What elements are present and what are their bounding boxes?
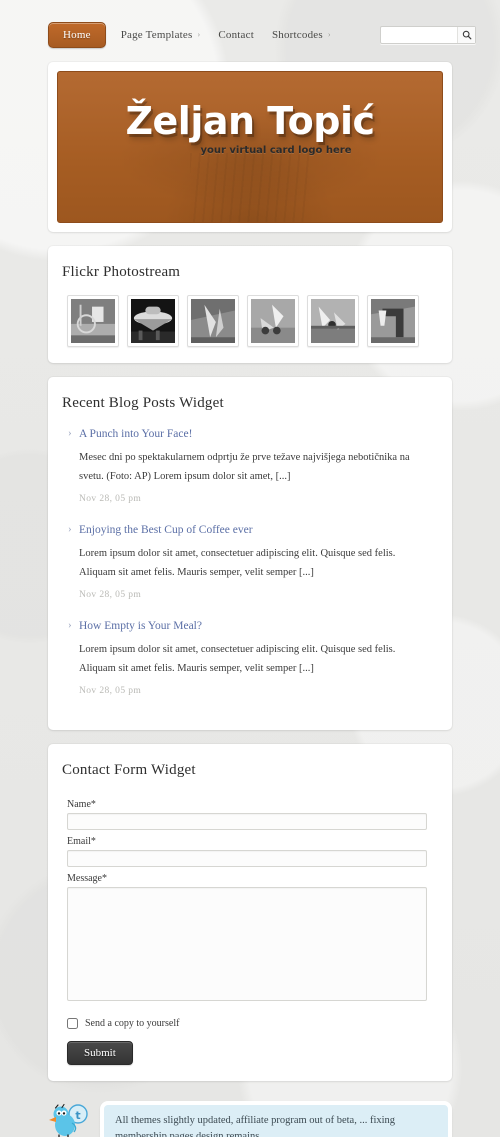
blog-post-item: A Punch into Your Face! Mesec dni po spe… bbox=[67, 425, 438, 522]
chevron-right-icon: › bbox=[197, 30, 201, 39]
send-copy-row: Send a copy to yourself bbox=[67, 1018, 438, 1029]
message-field[interactable] bbox=[67, 887, 427, 1001]
twitter-bird-icon: t bbox=[49, 1103, 88, 1137]
twitter-strip: t All themes slightly updated, affiliate… bbox=[48, 1095, 452, 1137]
contact-widget-card: Contact Form Widget Name* Email* Message… bbox=[48, 744, 452, 1081]
blog-post-link[interactable]: How Empty is Your Meal? bbox=[67, 617, 438, 635]
flickr-widget-title: Flickr Photostream bbox=[62, 264, 181, 280]
message-field-label: Message* bbox=[67, 873, 107, 884]
flickr-thumbnail[interactable] bbox=[367, 295, 419, 347]
flickr-thumbnail[interactable] bbox=[187, 295, 239, 347]
blog-post-item: How Empty is Your Meal? Lorem ipsum dolo… bbox=[67, 617, 438, 714]
contact-form-widget: Contact Form Widget Name* Email* Message… bbox=[48, 744, 452, 1081]
nav-item-label: Contact bbox=[218, 29, 254, 41]
flickr-thumbnail-list bbox=[62, 295, 438, 347]
nav-item-label: Shortcodes bbox=[271, 29, 323, 41]
send-copy-checkbox[interactable] bbox=[67, 1018, 78, 1029]
name-field[interactable] bbox=[67, 813, 427, 830]
search-input[interactable] bbox=[381, 27, 457, 43]
photo-balance-icon bbox=[311, 299, 355, 343]
nav-item-shortcodes[interactable]: Shortcodes › bbox=[263, 23, 340, 47]
search-box[interactable] bbox=[380, 26, 476, 44]
banner-card: Željan Topić your virtual card logo here bbox=[48, 62, 452, 232]
email-field-label: Email* bbox=[67, 836, 96, 847]
nav-item-home[interactable]: Home bbox=[48, 22, 106, 48]
flickr-thumbnail[interactable] bbox=[247, 295, 299, 347]
blog-post-excerpt: Mesec dni po spektakularnem odprtju že p… bbox=[79, 452, 410, 482]
photo-gymnast-icon bbox=[191, 299, 235, 343]
contact-widget-title: Contact Form Widget bbox=[62, 762, 196, 778]
page-root: Home Page Templates › Contact Shortcodes › bbox=[0, 0, 500, 1137]
blog-post-date: Nov 28, 05 pm bbox=[79, 494, 142, 504]
search-button[interactable] bbox=[457, 27, 475, 43]
blog-post-link[interactable]: A Punch into Your Face! bbox=[67, 425, 438, 443]
submit-button[interactable]: Submit bbox=[67, 1041, 133, 1065]
photo-carousel-icon bbox=[131, 299, 175, 343]
flickr-thumbnail[interactable] bbox=[307, 295, 359, 347]
send-copy-label[interactable]: Send a copy to yourself bbox=[85, 1018, 179, 1029]
photo-acrobats-icon bbox=[251, 299, 295, 343]
top-bar: Home Page Templates › Contact Shortcodes › bbox=[0, 0, 500, 62]
blog-widget-title: Recent Blog Posts Widget bbox=[62, 395, 224, 411]
blog-post-excerpt: Lorem ipsum dolor sit amet, consectetuer… bbox=[79, 644, 396, 674]
email-field[interactable] bbox=[67, 850, 427, 867]
blog-post-list: A Punch into Your Face! Mesec dni po spe… bbox=[62, 425, 438, 714]
tweet-bubble: All themes slightly updated, affiliate p… bbox=[100, 1101, 452, 1137]
nav-item-page-templates[interactable]: Page Templates › bbox=[112, 23, 210, 47]
nav-item-label: Page Templates bbox=[120, 29, 193, 41]
site-banner[interactable]: Željan Topić your virtual card logo here bbox=[57, 71, 443, 223]
name-field-label: Name* bbox=[67, 799, 96, 810]
site-logo-title: Željan Topić bbox=[125, 99, 375, 143]
photo-handstand-icon bbox=[371, 299, 415, 343]
flickr-thumbnail[interactable] bbox=[67, 295, 119, 347]
chevron-right-icon: › bbox=[327, 30, 331, 39]
recent-blog-posts-widget: Recent Blog Posts Widget A Punch into Yo… bbox=[48, 377, 452, 730]
blog-post-link[interactable]: Enjoying the Best Cup of Coffee ever bbox=[67, 521, 438, 539]
site-logo-subtitle: your virtual card logo here bbox=[200, 144, 352, 156]
flickr-thumbnail[interactable] bbox=[127, 295, 179, 347]
photo-bicycle-icon bbox=[71, 299, 115, 343]
blog-post-item: Enjoying the Best Cup of Coffee ever Lor… bbox=[67, 521, 438, 618]
main-navigation: Home Page Templates › Contact Shortcodes › bbox=[48, 22, 340, 48]
blog-post-date: Nov 28, 05 pm bbox=[79, 686, 142, 696]
search-icon bbox=[462, 30, 471, 40]
flickr-widget: Flickr Photostream bbox=[48, 246, 452, 363]
blog-post-excerpt: Lorem ipsum dolor sit amet, consectetuer… bbox=[79, 548, 396, 578]
blog-post-date: Nov 28, 05 pm bbox=[79, 590, 142, 600]
nav-item-label: Home bbox=[63, 29, 91, 41]
nav-item-contact[interactable]: Contact bbox=[209, 23, 263, 47]
svg-text:t: t bbox=[75, 1109, 80, 1122]
flickr-widget-card: Flickr Photostream bbox=[48, 246, 452, 363]
tweet-text: All themes slightly updated, affiliate p… bbox=[115, 1115, 396, 1137]
blog-widget-card: Recent Blog Posts Widget A Punch into Yo… bbox=[48, 377, 452, 730]
